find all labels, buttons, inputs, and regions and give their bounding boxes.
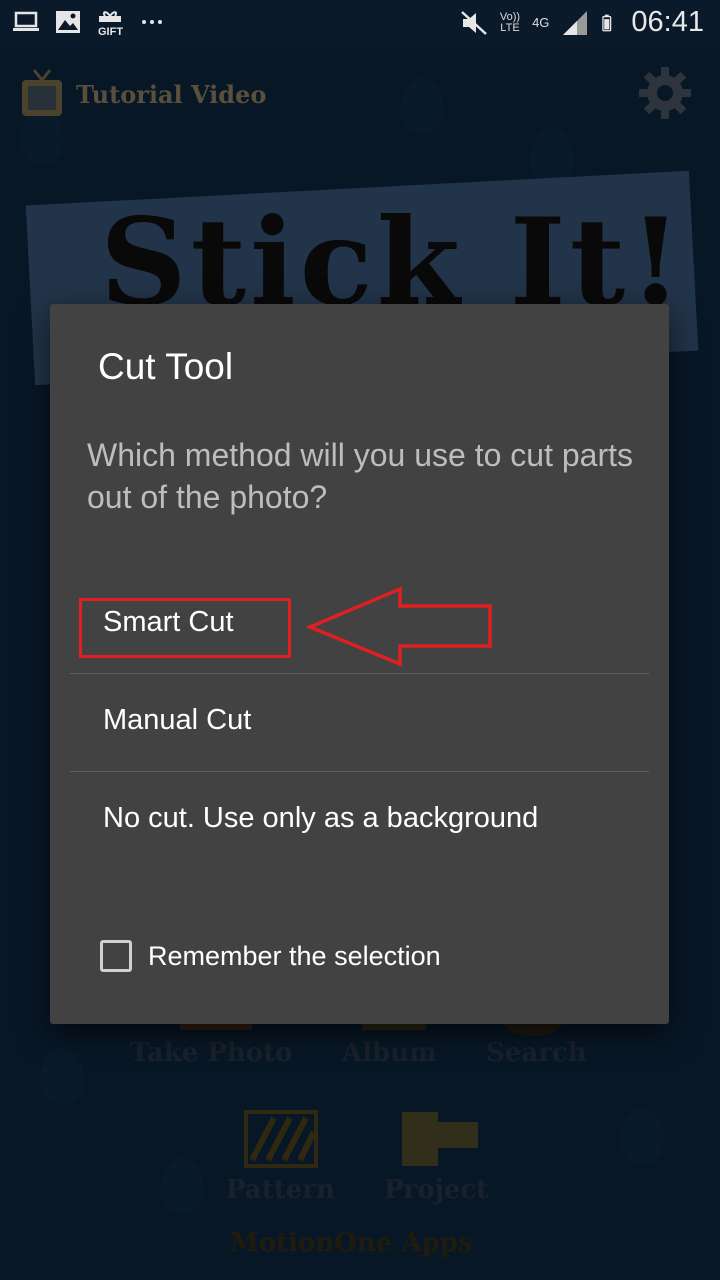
- option-no-cut[interactable]: No cut. Use only as a background: [70, 772, 650, 868]
- svg-text:GIFT: GIFT: [98, 26, 123, 36]
- annotation-highlight-box: [79, 598, 291, 658]
- dialog-title: Cut Tool: [98, 346, 234, 387]
- option-manual-cut[interactable]: Manual Cut: [70, 674, 650, 770]
- annotation-arrow-icon: [306, 586, 492, 667]
- remember-label: Remember the selection: [148, 940, 441, 971]
- remember-selection-row[interactable]: Remember the selection: [100, 940, 441, 972]
- laptop-icon: [13, 11, 39, 31]
- volte-label: Vo)): [499, 10, 521, 23]
- option-label: Manual Cut: [103, 704, 252, 736]
- battery-icon: [602, 14, 612, 31]
- remember-checkbox[interactable]: [100, 940, 132, 972]
- gift-icon: GIFT: [98, 11, 123, 36]
- lte-label: LTE: [500, 21, 520, 34]
- clock: 06:41: [631, 6, 704, 38]
- dialog-message: Which method will you use to cut parts o…: [87, 437, 634, 515]
- signal-icon: [563, 10, 588, 35]
- volte-indicator: Vo)) LTE: [499, 10, 521, 34]
- mute-icon: [461, 10, 487, 35]
- option-label: No cut. Use only as a background: [103, 802, 539, 834]
- more-icon: [142, 20, 162, 24]
- status-bar: GIFT Vo)) LTE 4G 06:41: [0, 0, 720, 48]
- image-icon: [56, 11, 80, 33]
- network-type: 4G: [532, 15, 550, 30]
